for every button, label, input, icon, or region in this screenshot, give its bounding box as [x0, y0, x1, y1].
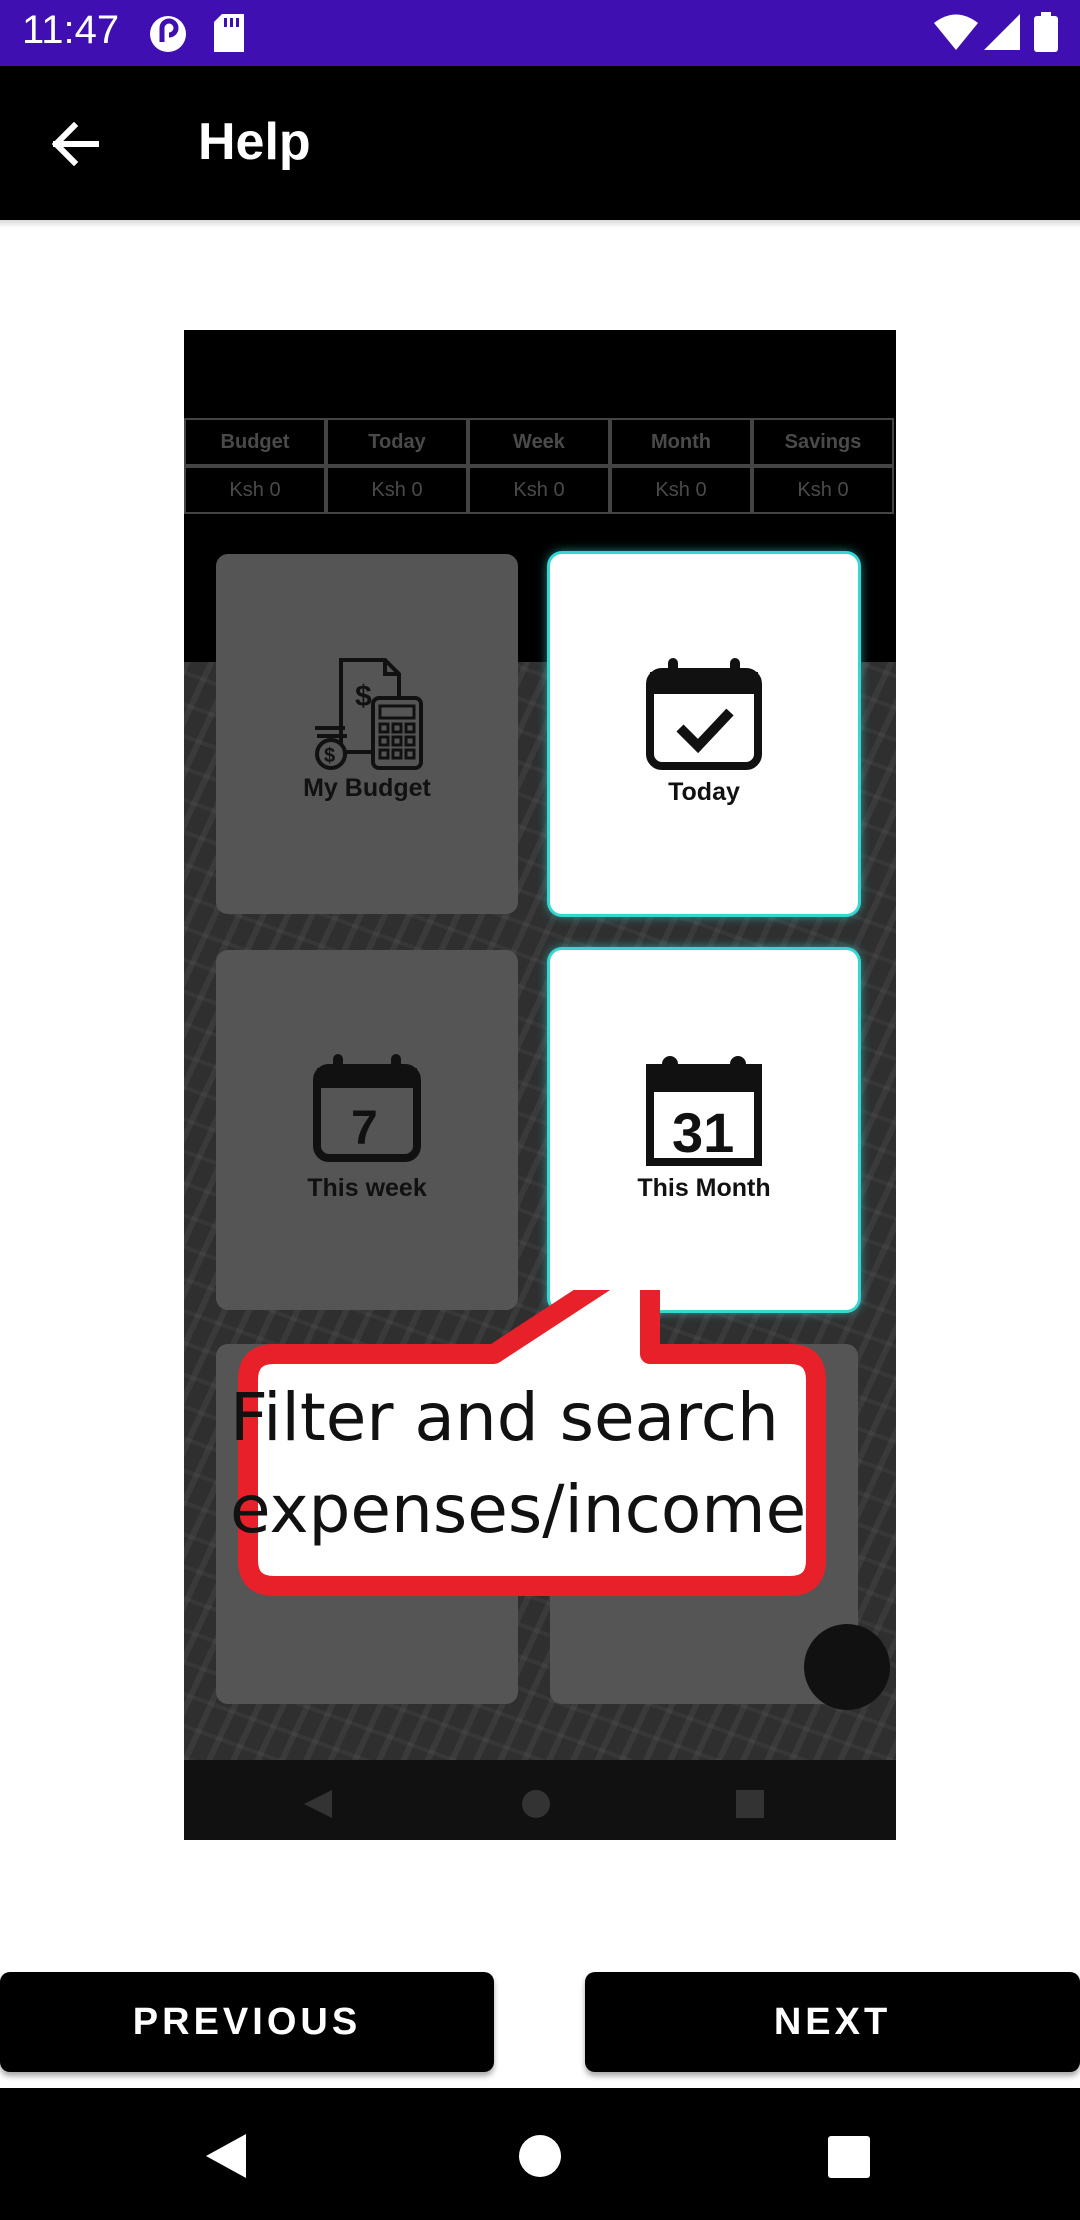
card-label: This week — [307, 1174, 427, 1202]
calendar-check-icon — [646, 658, 762, 775]
previous-button[interactable]: PREVIOUS — [0, 1972, 494, 2072]
inner-nav-icons — [304, 1790, 764, 1818]
summary-table: Budget Today Week Month Savings Ksh 0 Ks… — [184, 418, 896, 518]
summary-value: Ksh 0 — [326, 466, 468, 514]
sd-card-icon — [214, 14, 244, 57]
summary-header: Week — [468, 418, 610, 466]
help-illustration: Budget Today Week Month Savings Ksh 0 Ks… — [184, 330, 896, 1840]
card-this-month: 31 This Month — [550, 950, 858, 1310]
inner-nav-bar — [184, 1760, 896, 1840]
summary-header: Today — [326, 418, 468, 466]
svg-text:$: $ — [355, 680, 372, 713]
callout-line-1: Filter and search — [230, 1379, 779, 1456]
app-bar-shadow — [0, 220, 1080, 228]
page-title: Help — [198, 113, 311, 171]
wifi-icon — [934, 14, 978, 55]
summary-value: Ksh 0 — [752, 466, 894, 514]
card-label: Today — [668, 778, 740, 806]
nav-home-icon[interactable] — [518, 2134, 562, 2183]
svg-text:$: $ — [324, 745, 335, 767]
next-button[interactable]: NEXT — [585, 1972, 1080, 2072]
card-this-week: 7 This week — [216, 950, 518, 1310]
summary-value: Ksh 0 — [468, 466, 610, 514]
floating-button-dim — [804, 1624, 890, 1710]
back-button[interactable] — [36, 104, 116, 184]
tooltip-callout: Filter and search expenses/income — [230, 1290, 834, 1602]
summary-value: Ksh 0 — [184, 466, 326, 514]
card-my-budget: $ $ My Budget — [216, 554, 518, 914]
budget-calculator-icon: $ $ — [307, 654, 427, 777]
pocket-casts-icon — [148, 14, 188, 59]
calendar-number: 7 — [351, 1102, 378, 1155]
summary-value: Ksh 0 — [610, 466, 752, 514]
card-today: Today — [550, 554, 858, 914]
arrow-left-icon — [51, 121, 99, 167]
card-label: This Month — [637, 1174, 771, 1202]
summary-header: Month — [610, 418, 752, 466]
calendar-31-icon: 31 — [646, 1054, 762, 1171]
battery-icon — [1034, 12, 1058, 57]
calendar-number: 31 — [672, 1101, 734, 1164]
app-bar: Help — [0, 66, 1080, 220]
status-time: 11:47 — [22, 8, 120, 52]
summary-header: Budget — [184, 418, 326, 466]
system-nav-bar — [0, 2088, 1080, 2220]
summary-header: Savings — [752, 418, 894, 466]
card-label: My Budget — [303, 774, 431, 802]
callout-line-2: expenses/income — [230, 1471, 807, 1548]
nav-recents-icon[interactable] — [828, 2136, 870, 2183]
signal-icon — [984, 14, 1020, 55]
nav-back-icon[interactable] — [202, 2132, 250, 2185]
status-bar: 11:47 — [0, 0, 1080, 66]
calendar-7-icon: 7 — [313, 1054, 421, 1167]
